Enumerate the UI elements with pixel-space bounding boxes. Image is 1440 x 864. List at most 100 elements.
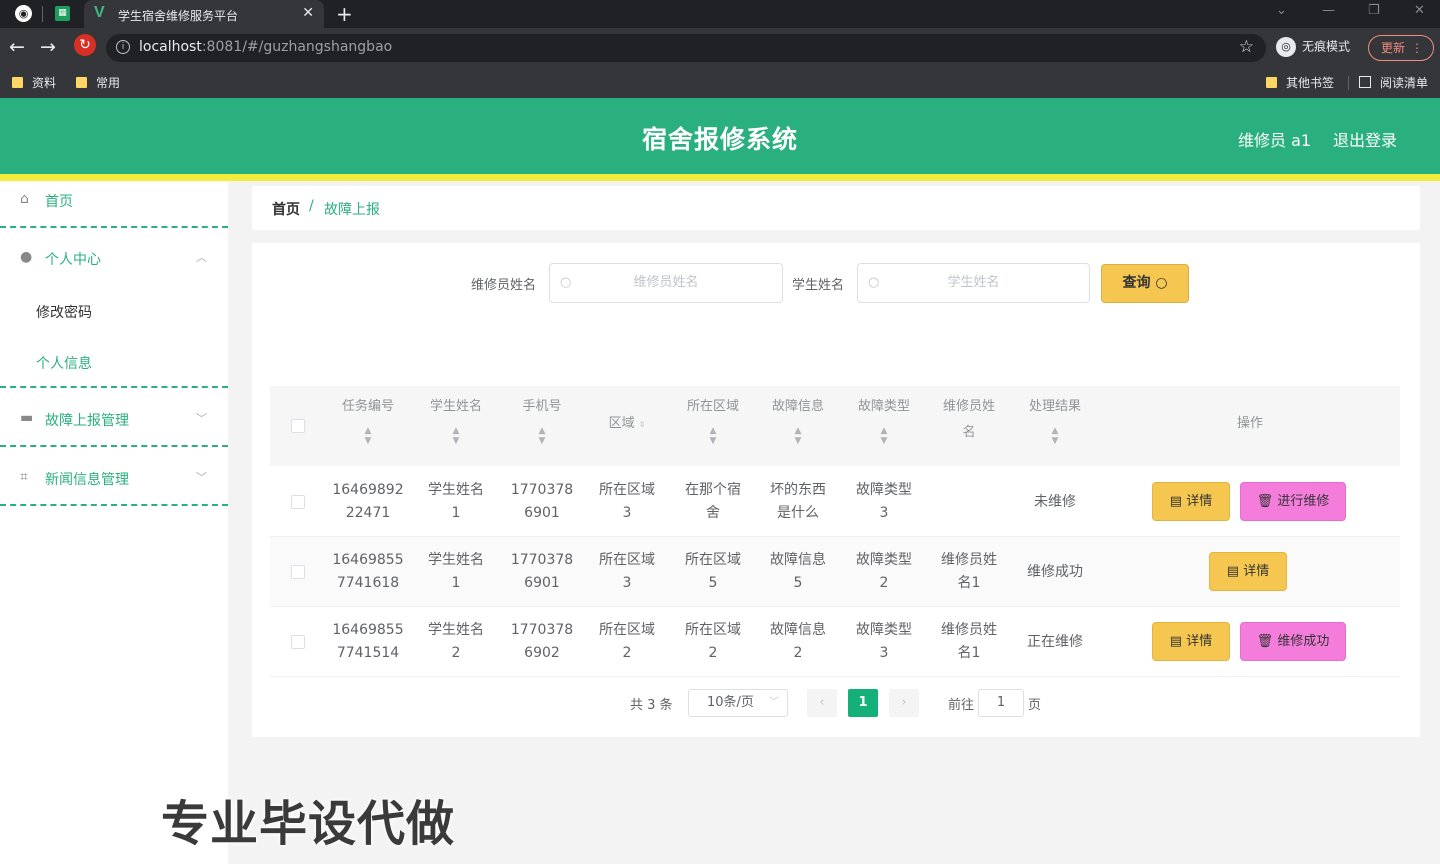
info-icon[interactable]: i: [116, 40, 130, 54]
column-header[interactable]: 手机号 ▲ ▼: [499, 386, 585, 466]
sort-icon: ▲ ▼: [1051, 426, 1059, 446]
detail-button[interactable]: ▤ 详情: [1209, 552, 1287, 591]
search-icon: ○: [868, 275, 880, 290]
column-header[interactable]: 处理结果 ▲ ▼: [1012, 386, 1098, 466]
row-checkbox[interactable]: [291, 565, 305, 579]
detail-button[interactable]: ▤ 详情: [1152, 622, 1230, 661]
document-icon: ▤: [1169, 634, 1183, 649]
browser-toolbar: ← → ↻ i localhost:8081/#/guzhangshangbao…: [0, 28, 1440, 68]
row-checkbox[interactable]: [291, 495, 305, 509]
next-page-button[interactable]: ›: [889, 689, 919, 717]
tab-search-icon[interactable]: ⌄: [1276, 3, 1287, 18]
cell-fault-type: 故障类型 3: [856, 622, 912, 661]
prev-page-button[interactable]: ‹: [807, 689, 837, 717]
student-name-input[interactable]: ○ 学生姓名: [857, 263, 1090, 303]
column-header[interactable]: 区域 ⇳: [584, 386, 670, 466]
sort-icon: ⇳: [638, 420, 646, 429]
minimize-icon[interactable]: —: [1322, 3, 1335, 18]
restore-icon[interactable]: ❐: [1368, 3, 1380, 18]
sidebar-item-change-password[interactable]: 修改密码: [36, 302, 92, 322]
more-menu-icon[interactable]: ⋮: [1411, 36, 1423, 60]
page-number-current[interactable]: 1: [848, 689, 878, 717]
query-button[interactable]: 查询 ○: [1101, 264, 1189, 303]
reload-icon[interactable]: ↻: [74, 34, 96, 56]
chevron-right-icon: ›: [901, 695, 907, 710]
trash-icon: 🗑: [1256, 634, 1274, 649]
watermark: 专业毕设代做: [161, 796, 456, 852]
cell-student: 学生姓名 2: [428, 622, 484, 661]
chevron-down-icon: ﹀: [769, 697, 779, 708]
table-row: 16469892 22471 学生姓名 1 1770378 6901 所在区域 …: [270, 467, 1400, 537]
address-bar[interactable]: i localhost:8081/#/guzhangshangbao ☆: [106, 34, 1266, 62]
breadcrumb-home[interactable]: 首页: [272, 199, 300, 219]
tab-title: 学生宿舍维修服务平台: [118, 9, 239, 23]
page-size-select[interactable]: 10条/页 ﹀: [688, 689, 788, 717]
bookmark-folder[interactable]: 资料: [12, 74, 56, 91]
chevron-down-icon: ﹀: [196, 471, 207, 484]
column-header[interactable]: 故障信息 ▲ ▼: [755, 386, 841, 466]
vue-logo-icon: V: [94, 4, 105, 21]
back-icon[interactable]: ←: [9, 36, 25, 58]
repairer-name-input[interactable]: ○ 维修员姓名: [549, 263, 783, 303]
breadcrumb-current: 故障上报: [324, 202, 380, 218]
select-all-checkbox[interactable]: [291, 419, 305, 433]
cell-phone: 1770378 6901: [510, 552, 574, 591]
close-window-icon[interactable]: ✕: [1414, 3, 1425, 18]
incognito-indicator[interactable]: ◎ 无痕模式: [1276, 37, 1350, 57]
cell-location: 所在区域 5: [685, 552, 741, 591]
sidebar-item-personal-info[interactable]: 个人信息: [36, 353, 92, 373]
other-bookmarks[interactable]: 其他书签: [1266, 74, 1334, 91]
trash-icon: 🗑: [1256, 494, 1274, 509]
column-header[interactable]: 故障类型 ▲ ▼: [841, 386, 927, 466]
document-icon: ▤: [1169, 494, 1183, 509]
forward-icon[interactable]: →: [40, 36, 56, 58]
url-text[interactable]: localhost:8081/#/guzhangshangbao: [139, 39, 392, 55]
cell-fault-info: 坏的东西 是什么: [770, 482, 826, 521]
column-header[interactable]: 任务编号 ▲ ▼: [325, 386, 411, 466]
close-tab-icon[interactable]: ✕: [302, 5, 314, 21]
pagination-total: 共 3 条: [630, 698, 673, 713]
cell-region: 所在区域 3: [599, 482, 655, 521]
cell-result: 未维修: [1034, 493, 1076, 510]
globe-icon[interactable]: ◉: [15, 5, 32, 22]
app-title: 宿舍报修系统: [641, 125, 798, 154]
bookmark-folder[interactable]: 常用: [76, 74, 120, 91]
cell-region: 所在区域 2: [599, 622, 655, 661]
column-header[interactable]: 维修员姓 名: [926, 386, 1012, 466]
detail-button[interactable]: ▤ 详情: [1152, 482, 1230, 521]
column-header[interactable]: 所在区域 ▲ ▼: [670, 386, 756, 466]
logout-link[interactable]: 退出登录: [1333, 127, 1397, 151]
app-grid-icon[interactable]: ▦: [55, 6, 70, 21]
menu-divider: [0, 504, 228, 506]
column-header[interactable]: 学生姓名 ▲ ▼: [413, 386, 499, 466]
repair-success-button[interactable]: 🗑 维修成功: [1240, 622, 1346, 661]
goto-page-input[interactable]: 1: [978, 689, 1024, 717]
sort-icon: ▲ ▼: [452, 426, 460, 446]
crop-icon: ⌗: [20, 469, 28, 485]
new-tab-icon[interactable]: +: [336, 2, 353, 26]
table-row: 16469855 7741618 学生姓名 1 1770378 6901 所在区…: [270, 537, 1400, 607]
browser-tab-active[interactable]: V 学生宿舍维修服务平台 ✕: [84, 0, 324, 28]
incognito-icon: ◎: [1276, 37, 1296, 57]
cell-repairer: [926, 467, 1012, 537]
user-icon: ●: [20, 249, 33, 265]
chevron-left-icon: ‹: [819, 695, 825, 710]
update-button[interactable]: 更新 ⋮: [1368, 35, 1434, 61]
cell-fault-type: 故障类型 2: [856, 552, 912, 591]
sort-icon: ▲ ▼: [709, 426, 717, 446]
cell-student: 学生姓名 1: [428, 552, 484, 591]
goto-label: 前往: [948, 698, 975, 713]
column-header: 操作: [1236, 416, 1263, 431]
breadcrumb-separator: /: [309, 198, 314, 214]
start-repair-button[interactable]: 🗑 进行维修: [1240, 482, 1346, 521]
breadcrumb: 首页 / 故障上报: [252, 186, 1420, 230]
row-checkbox[interactable]: [291, 635, 305, 649]
document-icon: ▤: [1226, 564, 1240, 579]
bookmark-divider: [1348, 76, 1349, 90]
reading-list[interactable]: 阅读清单: [1359, 74, 1428, 91]
bookmark-star-icon[interactable]: ☆: [1239, 37, 1254, 57]
page-unit-label: 页: [1028, 698, 1042, 713]
folder-icon: [12, 77, 23, 88]
app-header: 宿舍报修系统 维修员 a1 退出登录: [0, 98, 1440, 174]
reading-list-icon: [1359, 76, 1371, 88]
